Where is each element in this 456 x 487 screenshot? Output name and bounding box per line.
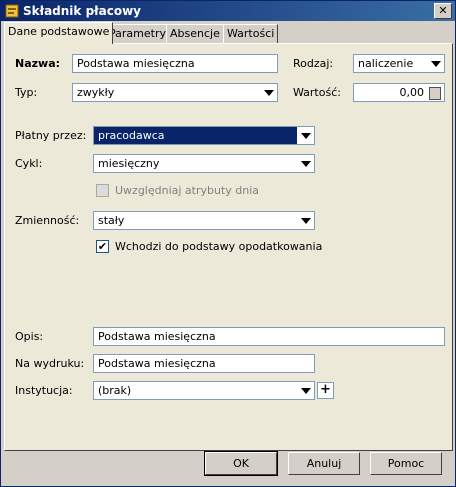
platny-select[interactable]: pracodawca [93,126,315,145]
rodzaj-label: Rodzaj: [293,57,334,70]
opis-label: Opis: [15,330,44,343]
chevron-down-icon [301,388,311,394]
cancel-button[interactable]: Anuluj [288,452,360,475]
rodzaj-value: naliczenie [358,57,414,70]
tab-absencje[interactable]: Absencje [166,24,224,44]
tab-label: Absencje [170,27,220,40]
tab-label: Parametry [109,27,166,40]
zmiennosc-value: stały [98,214,125,227]
wartosc-input[interactable]: 0,00 [353,83,445,102]
ok-button[interactable]: OK [204,451,278,476]
typ-label: Typ: [15,86,38,99]
wydruk-label: Na wydruku: [15,357,85,370]
zmiennosc-select[interactable]: stały [93,211,315,230]
tab-wartosci[interactable]: Wartości [223,24,279,44]
dialog-body: Dane podstawowe Parametry Absencje Warto… [1,21,455,486]
wydruk-input[interactable]: Podstawa miesięczna [93,354,315,373]
rodzaj-select[interactable]: naliczenie [353,54,445,73]
dropdown-button[interactable] [297,155,314,172]
chevron-down-icon [301,133,311,139]
typ-value: zwykły [77,86,115,99]
wartosc-value: 0,00 [399,86,425,99]
app-icon [5,4,19,18]
zmiennosc-label: Zmienność: [15,214,80,227]
uwzgl-label: Uwzględniaj atrybuty dnia [115,184,260,197]
typ-select[interactable]: zwykły [72,83,278,102]
wartosc-label: Wartość: [293,86,341,99]
platny-label: Płatny przez: [15,129,87,142]
chevron-down-icon [301,218,311,224]
tab-panel: Nazwa: Podstawa miesięczna Rodzaj: nalic… [4,43,453,451]
calculator-icon[interactable] [429,87,441,100]
tab-label: Wartości [227,27,275,40]
platny-value: pracodawca [94,127,298,144]
tab-parametry[interactable]: Parametry [105,24,170,44]
nazwa-label: Nazwa: [15,57,61,70]
nazwa-input[interactable]: Podstawa miesięczna [72,54,278,73]
check-icon: ✔ [97,240,108,253]
uwzgl-checkbox[interactable] [96,184,109,197]
dropdown-button[interactable] [427,55,444,72]
add-institution-button[interactable]: + [317,382,334,399]
cykl-label: Cykl: [15,157,43,170]
instytucja-label: Instytucja: [15,384,73,397]
wchodzi-label: Wchodzi do podstawy opodatkowania [115,240,323,253]
dropdown-button[interactable] [297,127,314,144]
tab-label: Dane podstawowe [8,25,110,38]
dropdown-button[interactable] [297,212,314,229]
instytucja-value: (brak) [98,384,132,397]
close-icon: ✕ [438,4,448,17]
cykl-value: miesięczny [98,157,160,170]
tab-dane-podstawowe[interactable]: Dane podstawowe [4,22,114,44]
title-bar[interactable]: Składnik płacowy ✕ [1,1,455,21]
plus-icon: + [320,382,331,397]
opis-input[interactable]: Podstawa miesięczna [93,327,445,346]
chevron-down-icon [431,61,441,67]
chevron-down-icon [301,161,311,167]
dropdown-button[interactable] [260,84,277,101]
window-title: Składnik płacowy [23,4,141,18]
close-button[interactable]: ✕ [434,3,452,19]
wchodzi-checkbox[interactable]: ✔ [96,240,109,253]
cykl-select[interactable]: miesięczny [93,154,315,173]
help-button[interactable]: Pomoc [370,452,442,475]
instytucja-select[interactable]: (brak) [93,381,315,400]
chevron-down-icon [264,90,274,96]
dropdown-button[interactable] [297,382,314,399]
dialog-window: Składnik płacowy ✕ Dane podstawowe Param… [0,0,456,487]
